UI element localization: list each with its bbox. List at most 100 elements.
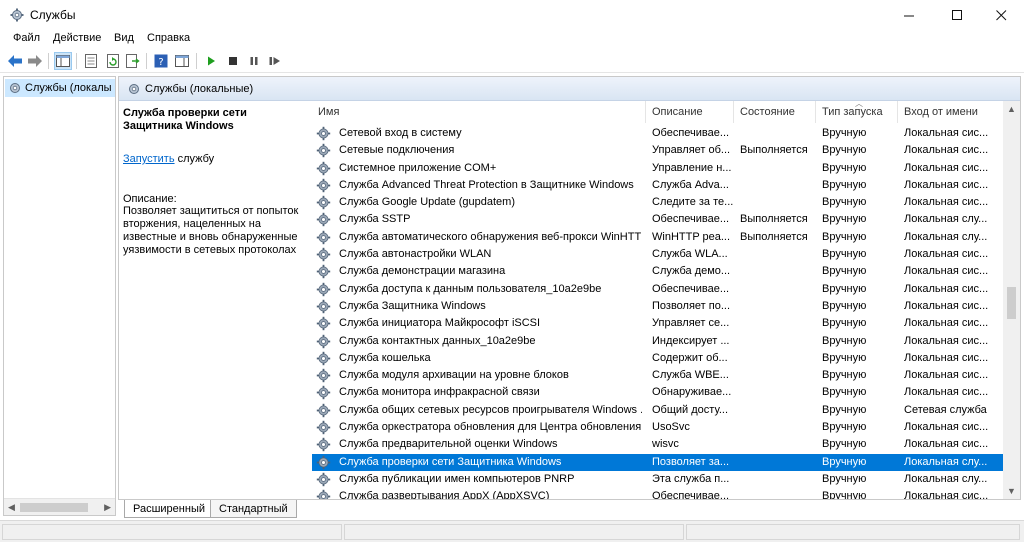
column-header-name[interactable]: Имя: [312, 101, 646, 123]
scroll-thumb[interactable]: [1007, 287, 1016, 319]
table-row[interactable]: Служба Защитника Windows Позволяет по... В…: [312, 298, 1004, 315]
cell-startup-type: Вручную: [822, 403, 867, 416]
start-service-button[interactable]: [202, 52, 220, 70]
menu-file[interactable]: Файл: [11, 32, 42, 44]
table-row[interactable]: Сетевые подключения Управляет об... Выполн…: [312, 142, 1004, 159]
cell-description: Служба WLA...: [652, 248, 728, 261]
cell-description: Управляет об...: [652, 144, 731, 157]
column-header-log-on-as[interactable]: Вход от имени: [898, 101, 1004, 123]
scroll-thumb[interactable]: [20, 503, 88, 512]
cell-name: Системное приложение COM+: [339, 161, 497, 174]
title-bar: Службы: [0, 0, 1024, 30]
table-row[interactable]: Служба проверки сети Защитника Windows По…: [312, 453, 1004, 471]
cell-name: Служба оркестратора обновления для Центр…: [339, 421, 642, 434]
cell-description: Служба WBE...: [652, 369, 729, 382]
pause-service-button[interactable]: [245, 52, 263, 70]
cell-status: Выполняется: [740, 213, 808, 226]
table-row[interactable]: Служба модуля архивации на уровне блоков…: [312, 367, 1004, 384]
action-pane-button[interactable]: [173, 52, 191, 70]
cell-description: Обеспечивае...: [652, 127, 730, 139]
scroll-left-icon[interactable]: ◀: [8, 502, 15, 513]
console-tree-pane: Службы (локалы ◀ ▶: [3, 76, 116, 516]
menu-help[interactable]: Справка: [145, 32, 192, 44]
minimize-button[interactable]: [886, 0, 932, 30]
service-gear-icon: [316, 195, 331, 210]
cell-log-on-as: Локальная сис...: [904, 369, 989, 382]
export-list-button[interactable]: [124, 52, 142, 70]
table-row[interactable]: Служба предварительной оценки Windows wis…: [312, 436, 1004, 453]
window-title: Службы: [30, 8, 76, 22]
table-row[interactable]: Служба автонастройки WLAN Служба WLA... Вр…: [312, 246, 1004, 263]
export-icon: [126, 54, 140, 68]
tab-extended[interactable]: Расширенный: [124, 500, 214, 518]
cell-name: Служба публикации имен компьютеров PNRP: [339, 472, 575, 485]
table-row[interactable]: Служба оркестратора обновления для Центр…: [312, 419, 1004, 436]
table-row[interactable]: Служба развертывания AppX (AppXSVC) Обесп…: [312, 488, 1004, 499]
table-row[interactable]: Служба инициатора Майкрософт iSCSI Управл…: [312, 315, 1004, 332]
table-row[interactable]: Служба Advanced Threat Protection в Защи…: [312, 177, 1004, 194]
cell-name: Служба монитора инфракрасной связи: [339, 386, 540, 399]
table-row[interactable]: Служба Google Update (gupdatem) Следите з…: [312, 194, 1004, 211]
cell-startup-type: Вручную: [822, 178, 867, 191]
cell-log-on-as: Локальная сис...: [904, 317, 989, 330]
properties-button[interactable]: [82, 52, 100, 70]
cell-startup-type: Вручную: [822, 265, 867, 278]
cell-log-on-as: Локальная сис...: [904, 490, 989, 499]
table-row[interactable]: Служба монитора инфракрасной связи Обнару…: [312, 384, 1004, 401]
services-vertical-scrollbar[interactable]: ▲ ▼: [1003, 101, 1020, 499]
table-row[interactable]: Служба демонстрации магазина Служба демо.…: [312, 263, 1004, 280]
cell-name: Служба Защитника Windows: [339, 299, 486, 312]
refresh-button[interactable]: [104, 52, 122, 70]
start-service-link[interactable]: Запустить: [123, 153, 175, 165]
cell-log-on-as: Локальная сис...: [904, 351, 989, 364]
menu-bar: Файл Действие Вид Справка: [0, 30, 1024, 49]
cell-name: Служба доступа к данным пользователя_10a…: [339, 282, 602, 295]
restart-service-button[interactable]: [266, 52, 284, 70]
cell-name: Служба предварительной оценки Windows: [339, 438, 558, 451]
action-pane-icon: [175, 55, 189, 67]
table-row[interactable]: Служба автоматического обнаружения веб-п…: [312, 229, 1004, 246]
cell-log-on-as: Локальная слу...: [904, 230, 988, 243]
cell-log-on-as: Локальная сис...: [904, 248, 989, 261]
menu-action[interactable]: Действие: [51, 32, 103, 44]
tree-item-services-local[interactable]: Службы (локалы: [5, 79, 115, 97]
table-row[interactable]: Служба доступа к данным пользователя_10a…: [312, 281, 1004, 298]
tab-standard[interactable]: Стандартный: [210, 500, 297, 518]
maximize-button[interactable]: [934, 0, 980, 30]
cell-description: Служба демо...: [652, 265, 731, 278]
pane-header-title: Службы (локальные): [145, 82, 254, 95]
cell-name: Служба общих сетевых ресурсов проигрыват…: [339, 403, 642, 416]
service-gear-icon: [316, 316, 331, 331]
show-console-tree-button[interactable]: [54, 52, 72, 70]
help-button[interactable]: ?: [152, 52, 170, 70]
cell-description: Обнаруживае...: [652, 386, 732, 399]
stop-service-button[interactable]: [224, 52, 242, 70]
toolbar-separator: [196, 53, 197, 69]
table-row[interactable]: Служба общих сетевых ресурсов проигрыват…: [312, 402, 1004, 419]
table-row[interactable]: Служба SSTP Обеспечивае... Выполняется Вруч…: [312, 211, 1004, 228]
scroll-up-icon[interactable]: ▲: [1007, 104, 1016, 114]
forward-arrow-icon: [28, 55, 42, 67]
service-gear-icon: [316, 230, 331, 245]
scroll-down-icon[interactable]: ▼: [1007, 486, 1016, 496]
cell-log-on-as: Локальная сис...: [904, 386, 989, 399]
table-row[interactable]: Системное приложение COM+ Управление н...…: [312, 160, 1004, 177]
scroll-right-icon[interactable]: ▶: [104, 502, 111, 513]
table-row[interactable]: Служба контактных данных_10a2e9be Индекси…: [312, 333, 1004, 350]
forward-button[interactable]: [26, 52, 44, 70]
tree-horizontal-scrollbar[interactable]: ◀ ▶: [4, 498, 115, 515]
properties-icon: [85, 54, 97, 68]
table-row[interactable]: Служба публикации имен компьютеров PNRP Э…: [312, 471, 1004, 488]
column-header-description[interactable]: Описание: [646, 101, 734, 123]
menu-view[interactable]: Вид: [112, 32, 136, 44]
column-header-status[interactable]: Состояние: [734, 101, 816, 123]
back-button[interactable]: [6, 52, 24, 70]
services-main-pane: Службы (локальные) Служба проверки сети …: [118, 76, 1021, 500]
close-button[interactable]: [978, 0, 1024, 30]
table-row[interactable]: Служба кошелька Содержит об... Вручную Лока…: [312, 350, 1004, 367]
cell-description: Позволяет по...: [652, 299, 731, 312]
table-row[interactable]: Сетевой вход в систему Обеспечивае... Вруч…: [312, 125, 1004, 142]
cell-startup-type: Вручную: [822, 213, 867, 226]
cell-name: Служба автоматического обнаружения веб-п…: [339, 230, 642, 243]
cell-description: Управление н...: [652, 161, 732, 174]
